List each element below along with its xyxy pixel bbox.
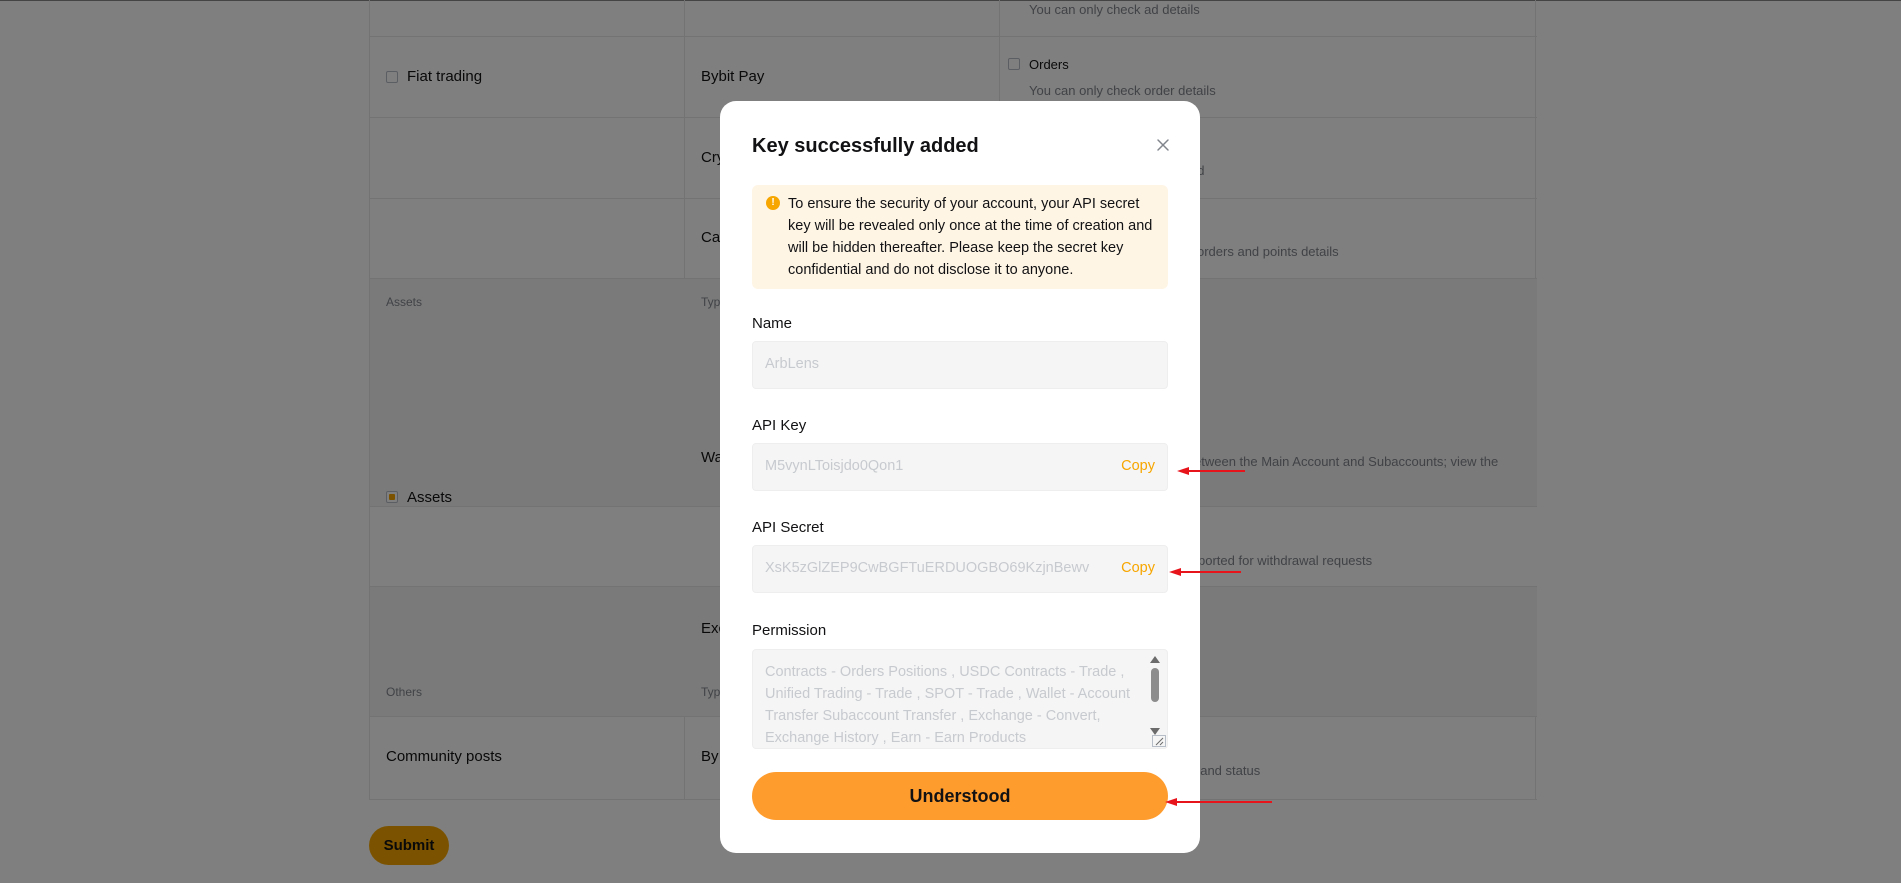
annotation-arrow-icon bbox=[1165, 798, 1272, 806]
warning-icon: ! bbox=[766, 196, 780, 210]
dialog-title: Key successfully added bbox=[752, 135, 979, 157]
copy-api-key-button[interactable]: Copy bbox=[1121, 458, 1155, 474]
permission-label: Permission bbox=[752, 622, 827, 639]
permission-scrollbar[interactable] bbox=[1149, 656, 1161, 738]
scroll-up-icon[interactable] bbox=[1150, 656, 1160, 663]
key-added-dialog: Key successfully added ! To ensure the s… bbox=[720, 101, 1200, 853]
permission-value: Contracts - Orders Positions , USDC Cont… bbox=[765, 664, 1131, 746]
api-secret-value: XsK5zGlZEP9CwBGFTuERDUOGBO69KzjnBewv bbox=[765, 560, 1090, 576]
api-key-label: API Key bbox=[752, 417, 807, 434]
security-notice-text: To ensure the security of your account, … bbox=[788, 196, 1153, 278]
api-key-field[interactable]: M5vynLToisjdo0Qon1 Copy bbox=[752, 443, 1168, 491]
close-icon[interactable] bbox=[1153, 135, 1173, 155]
scroll-thumb[interactable] bbox=[1151, 668, 1159, 702]
permission-textarea[interactable]: Contracts - Orders Positions , USDC Cont… bbox=[752, 649, 1168, 749]
scroll-down-icon[interactable] bbox=[1150, 728, 1160, 735]
annotation-arrow-icon bbox=[1169, 568, 1241, 576]
security-notice: ! To ensure the security of your account… bbox=[752, 185, 1168, 289]
api-secret-label: API Secret bbox=[752, 519, 824, 536]
annotation-arrow-icon bbox=[1177, 467, 1245, 475]
resize-handle-icon[interactable] bbox=[1152, 735, 1166, 747]
name-field[interactable]: ArbLens bbox=[752, 341, 1168, 389]
name-value: ArbLens bbox=[765, 356, 820, 372]
api-secret-field[interactable]: XsK5zGlZEP9CwBGFTuERDUOGBO69KzjnBewv Cop… bbox=[752, 545, 1168, 593]
copy-api-secret-button[interactable]: Copy bbox=[1121, 560, 1155, 576]
understood-button[interactable]: Understood bbox=[752, 772, 1168, 820]
api-key-value: M5vynLToisjdo0Qon1 bbox=[765, 458, 904, 474]
name-label: Name bbox=[752, 315, 793, 332]
